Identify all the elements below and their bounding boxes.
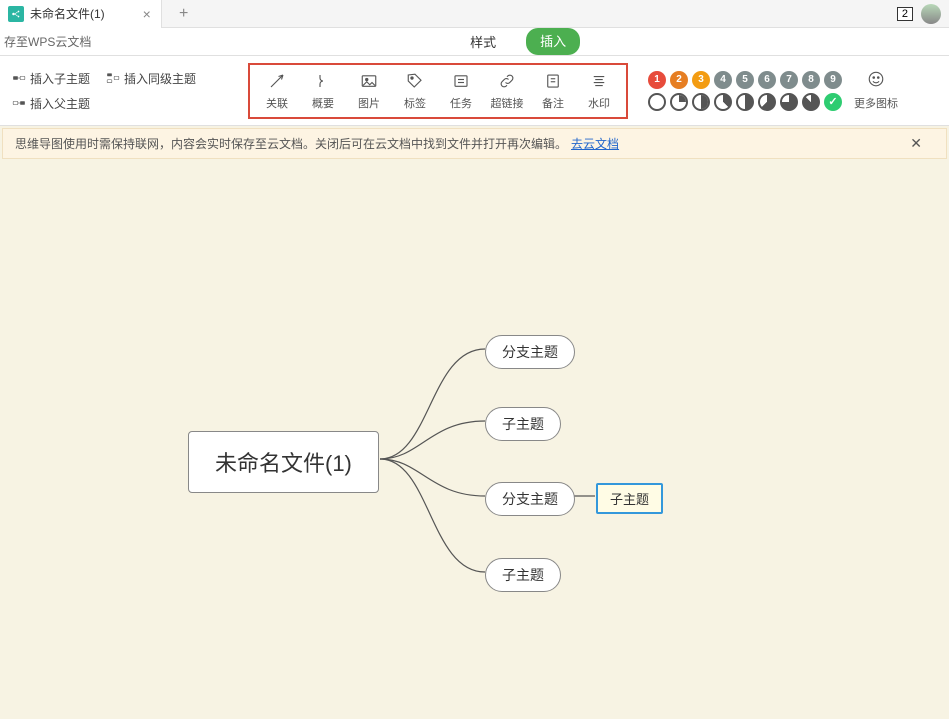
tag-label: 标签 [404,95,426,111]
window-counter[interactable]: 2 [897,7,913,21]
progress-62-marker[interactable] [758,93,776,111]
progress-87-marker[interactable] [802,93,820,111]
hyperlink-label: 超链接 [491,95,524,111]
notice-link[interactable]: 去云文档 [571,135,619,152]
priority-5-marker[interactable]: 5 [736,71,754,89]
mindmap-canvas[interactable]: 未命名文件(1) 分支主题 子主题 分支主题 子主题 子主题 [0,159,949,719]
mindmap-icon [8,6,24,22]
tag-icon [405,71,425,91]
link-icon [497,71,517,91]
branch-node-3[interactable]: 分支主题 [485,482,575,516]
task-icon [451,71,471,91]
watermark-label: 水印 [588,95,610,111]
priority-3-marker[interactable]: 3 [692,71,710,89]
relation-button[interactable]: 关联 [260,71,294,111]
task-label: 任务 [450,95,472,111]
priority-8-marker[interactable]: 8 [802,71,820,89]
image-icon [359,71,379,91]
relation-label: 关联 [266,95,288,111]
progress-25-marker[interactable] [692,93,710,111]
insert-parent-label: 插入父主题 [30,95,90,112]
tab-style[interactable]: 样式 [460,28,506,55]
insert-tools-group: 关联 概要 图片 标签 任务 超链接 备注 水印 [248,63,628,119]
connectors [0,159,949,719]
tab-right: 2 [897,4,949,24]
summary-button[interactable]: 概要 [306,71,340,111]
marker-group: 1 2 3 4 5 6 7 8 9 [648,71,842,111]
notice-text: 思维导图使用时需保持联网，内容会实时保存至云文档。关闭后可在云文档中找到文件并打… [15,135,567,152]
insert-child-topic-button[interactable]: 插入子主题 [12,70,90,87]
progress-12-marker[interactable] [670,93,688,111]
summary-label: 概要 [312,95,334,111]
priority-6-marker[interactable]: 6 [758,71,776,89]
notice-bar: 思维导图使用时需保持联网，内容会实时保存至云文档。关闭后可在云文档中找到文件并打… [2,128,947,159]
progress-50-marker[interactable] [736,93,754,111]
root-node[interactable]: 未命名文件(1) [188,431,379,493]
image-button[interactable]: 图片 [352,71,386,111]
priority-4-marker[interactable]: 4 [714,71,732,89]
topic-insert-group: 插入子主题 插入同级主题 插入父主题 [0,62,208,120]
note-label: 备注 [542,95,564,111]
progress-75-marker[interactable] [780,93,798,111]
branch-node-2[interactable]: 子主题 [485,407,561,441]
cloud-save-label: 存至WPS云文档 [0,33,91,50]
hyperlink-button[interactable]: 超链接 [490,71,524,111]
file-tab[interactable]: 未命名文件(1) × [0,0,162,28]
branch-node-4[interactable]: 子主题 [485,558,561,592]
main-toolbar: 插入子主题 插入同级主题 插入父主题 关联 概要 图片 标签 [0,56,949,126]
note-icon [543,71,563,91]
parent-topic-icon [12,96,26,110]
progress-done-marker[interactable] [824,93,842,111]
image-label: 图片 [358,95,380,111]
progress-37-marker[interactable] [714,93,732,111]
progress-0-marker[interactable] [648,93,666,111]
tab-close-icon[interactable]: × [141,8,153,20]
watermark-button[interactable]: 水印 [582,71,616,111]
more-icons-group: 更多图标 [854,70,898,111]
watermark-icon [589,71,609,91]
add-tab-button[interactable]: + [170,0,198,28]
notice-close-icon[interactable]: ✕ [898,135,934,152]
insert-parent-topic-button[interactable]: 插入父主题 [12,95,196,112]
leaf-node-selected[interactable]: 子主题 [596,483,663,514]
summary-icon [313,71,333,91]
task-button[interactable]: 任务 [444,71,478,111]
relation-icon [267,71,287,91]
branch-node-1[interactable]: 分支主题 [485,335,575,369]
insert-sibling-label: 插入同级主题 [124,70,196,87]
priority-7-marker[interactable]: 7 [780,71,798,89]
sibling-topic-icon [106,71,120,85]
subtoolbar: 存至WPS云文档 样式 插入 [0,28,949,56]
smiley-icon[interactable] [867,70,885,91]
note-button[interactable]: 备注 [536,71,570,111]
tab-title: 未命名文件(1) [30,5,105,22]
priority-9-marker[interactable]: 9 [824,71,842,89]
tag-button[interactable]: 标签 [398,71,432,111]
tabbar: 未命名文件(1) × + 2 [0,0,949,28]
priority-1-marker[interactable]: 1 [648,71,666,89]
insert-child-label: 插入子主题 [30,70,90,87]
priority-2-marker[interactable]: 2 [670,71,688,89]
child-topic-icon [12,71,26,85]
more-icons-button[interactable]: 更多图标 [854,95,898,111]
insert-sibling-topic-button[interactable]: 插入同级主题 [106,70,196,87]
avatar[interactable] [921,4,941,24]
tab-insert[interactable]: 插入 [526,28,580,55]
